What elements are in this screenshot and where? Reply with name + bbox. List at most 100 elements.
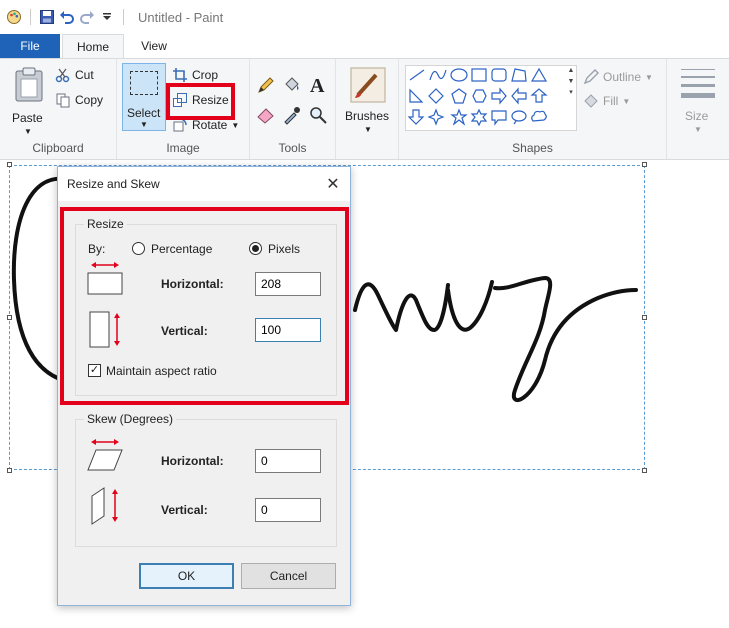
skew-vertical-label: Vertical: [161,503,208,517]
cancel-button[interactable]: Cancel [241,563,336,589]
outline-icon [583,69,599,85]
tab-view[interactable]: View [128,34,180,58]
chevron-down-icon: ▼ [231,120,240,130]
brushes-button[interactable]: Brushes ▼ [340,65,396,135]
paste-label: Paste [12,111,43,125]
brushes-group: Brushes ▼ [336,59,399,159]
shapes-group-label: Shapes [512,141,553,155]
copy-button[interactable]: Copy [55,92,103,108]
image-group-label: Image [166,141,200,155]
rounded-callout-shape-icon [491,110,507,126]
pencil-icon[interactable] [256,75,276,95]
text-icon[interactable]: A [308,75,328,95]
fill-bucket-icon[interactable] [282,75,302,95]
ok-button[interactable]: OK [139,563,234,589]
scissors-icon [55,68,70,83]
magnifier-icon[interactable] [308,105,328,125]
rectangle-shape-icon [471,68,487,82]
title-bar: Untitled - Paint [0,0,729,34]
brush-icon [350,67,386,103]
tab-file[interactable]: File [0,34,60,58]
right-arrow-shape-icon [491,87,507,105]
six-point-star-shape-icon [470,108,488,127]
dialog-title: Resize and Skew [67,177,160,191]
five-point-star-shape-icon [450,108,468,126]
oval-shape-icon [450,68,468,82]
paste-button[interactable]: Paste ▼ [8,65,50,136]
chevron-down-icon: ▼ [694,125,702,134]
chevron-down-icon: ▼ [140,120,148,129]
select-button[interactable]: Select ▼ [122,63,166,131]
ribbon-tabs: File Home View [0,34,729,59]
line-shape-icon [409,69,425,81]
brushes-label: Brushes [345,109,390,123]
svg-text:A: A [310,75,325,95]
quick-access-toolbar [0,7,130,27]
skew-horizontal-label: Horizontal: [161,454,224,468]
chevron-down-icon: ▼ [622,96,631,106]
vertical-skew-icon [91,487,118,525]
clipboard-group: Paste ▼ Cut Copy Clipboard [0,59,117,159]
outline-button[interactable]: Outline ▼ [583,69,653,85]
pentagon-shape-icon [451,88,467,104]
divider [123,9,124,25]
eraser-icon[interactable] [256,105,276,125]
cut-label: Cut [75,68,94,82]
crop-button[interactable]: Crop [172,67,218,83]
close-icon[interactable]: ✕ [324,175,342,193]
right-triangle-shape-icon [409,88,424,103]
customize-toolbar-icon[interactable] [97,7,117,27]
size-label: Size [685,109,709,123]
resize-section-highlight [60,207,349,405]
redo-icon[interactable] [77,7,97,27]
window-title: Untitled - Paint [138,9,224,25]
chevron-down-icon: ▼ [364,125,372,134]
fill-icon [584,94,598,108]
save-icon[interactable] [37,7,57,27]
fill-button[interactable]: Fill ▼ [583,93,630,109]
tools-group: A Tools [250,59,336,159]
chevron-down-icon: ▼ [24,127,32,136]
hexagon-shape-icon [472,89,487,103]
clipboard-group-label: Clipboard [32,141,84,155]
size-lines-icon [681,69,715,98]
four-point-star-shape-icon [427,108,445,126]
select-label: Select [127,106,161,120]
paint-app-icon[interactable] [4,7,24,27]
shapes-expand-icon[interactable]: ▾ [569,89,573,96]
resize-highlight [166,83,235,120]
tab-home[interactable]: Home [62,34,124,59]
skew-horizontal-input[interactable] [255,449,321,473]
outline-label: Outline [603,70,642,84]
copy-icon [56,93,70,108]
chevron-down-icon: ▼ [645,72,653,82]
skew-vertical-input[interactable] [255,498,321,522]
ribbon: Paste ▼ Cut Copy Clipboard Select ▼ Crop… [0,58,729,160]
undo-icon[interactable] [57,7,77,27]
triangle-shape-icon [530,67,548,82]
polygon-shape-icon [511,68,527,82]
fill-label: Fill [603,94,619,108]
oval-callout-shape-icon [511,110,527,125]
select-rectangle-icon [130,71,158,95]
shapes-gallery [405,65,577,131]
cut-button[interactable]: Cut [55,67,94,83]
resize-and-skew-dialog: Resize and Skew ✕ Resize By: Percentage … [57,166,351,606]
diamond-shape-icon [428,88,444,104]
size-group: Size ▼ [667,59,729,159]
copy-label: Copy [75,93,104,107]
left-arrow-shape-icon [511,87,527,105]
shapes-group: ▲ ▼ ▾ Outline ▼ Fill ▼ Shapes [399,59,667,159]
paste-icon [15,67,43,102]
down-arrow-shape-icon [407,109,425,125]
color-picker-icon[interactable] [282,105,302,125]
crop-icon [173,68,187,82]
crop-label: Crop [192,68,219,82]
shapes-grid [407,67,548,127]
curve-shape-icon [429,69,447,81]
shapes-scroll[interactable]: ▲ ▼ ▾ [565,65,577,131]
cloud-callout-shape-icon [531,110,547,122]
tools-group-label: Tools [278,141,307,155]
divider [30,9,31,25]
size-button[interactable]: Size ▼ [677,67,721,137]
